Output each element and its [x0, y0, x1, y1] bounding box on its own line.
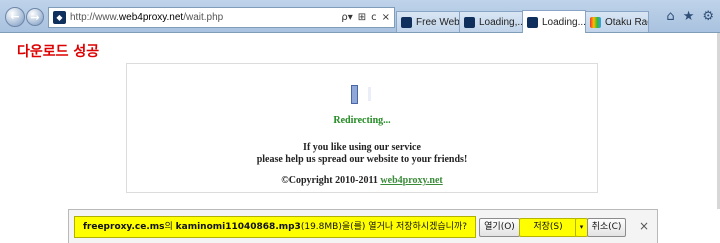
back-arrow-icon: ←: [10, 10, 19, 23]
loading-spinner-icon: [351, 85, 358, 104]
stop-icon[interactable]: ×: [382, 12, 390, 23]
save-button[interactable]: 저장(S): [519, 218, 577, 237]
close-icon[interactable]: ×: [639, 219, 649, 233]
page-title: 다운로드 성공: [17, 41, 99, 61]
favorites-star-icon[interactable]: ★: [683, 9, 695, 24]
open-button[interactable]: 열기(O): [479, 218, 520, 237]
download-site: freeproxy.ce.ms: [83, 222, 164, 232]
tab-loading-active[interactable]: Loading... ×: [522, 10, 586, 33]
copyright-link[interactable]: web4proxy.net: [380, 175, 442, 186]
settings-gear-icon[interactable]: ⚙: [702, 9, 714, 24]
tab-loading-1[interactable]: Loading,...: [459, 11, 523, 32]
download-question: 을(를) 열거나 저장하시겠습니까?: [342, 222, 467, 232]
tab-free-web[interactable]: Free Web ...: [396, 11, 460, 32]
tab-label: Otaku Rad...: [605, 17, 649, 28]
tab-label: Loading...: [542, 17, 586, 28]
back-button[interactable]: ←: [5, 7, 25, 27]
url-prefix: http://www.: [70, 12, 119, 23]
browser-right-tools: ⌂ ★ ⚙: [666, 9, 714, 24]
redirect-panel: Redirecting... If you like using our ser…: [126, 63, 598, 193]
tab-label: Free Web ...: [416, 17, 460, 28]
refresh-icon[interactable]: c: [371, 12, 377, 23]
address-url[interactable]: http://www.web4proxy.net/wait.php: [70, 12, 341, 23]
download-size: (19.8MB): [301, 222, 342, 232]
copyright-text: ©Copyright 2010-2011: [281, 175, 378, 186]
forward-arrow-icon: →: [30, 11, 39, 24]
home-icon[interactable]: ⌂: [666, 9, 674, 24]
download-connector: 의: [164, 222, 172, 232]
promo-line-2: please help us spread our website to you…: [127, 154, 597, 166]
redirecting-text: Redirecting...: [127, 115, 597, 126]
tab-favicon-icon: [464, 17, 475, 28]
tab-favicon-icon: [590, 17, 601, 28]
search-icon[interactable]: ρ▾: [341, 12, 352, 23]
browser-toolbar: ← → ◆ http://www.web4proxy.net/wait.php …: [0, 0, 720, 33]
compatibility-view-icon[interactable]: ⊞: [358, 12, 366, 23]
loading-spinner-segment: [368, 87, 371, 101]
address-tools: ρ▾ ⊞ c ×: [341, 12, 394, 23]
tab-favicon-icon: [527, 17, 538, 28]
address-bar[interactable]: ◆ http://www.web4proxy.net/wait.php ρ▾ ⊞…: [48, 7, 395, 28]
tab-otaku-radio[interactable]: Otaku Rad...: [585, 11, 649, 32]
download-notification-bar: freeproxy.ce.ms의 kaminomi11040868.mp3(19…: [68, 209, 658, 243]
download-message: freeproxy.ce.ms의 kaminomi11040868.mp3(19…: [74, 216, 476, 238]
promo-message: If you like using our service please hel…: [127, 142, 597, 166]
forward-button[interactable]: →: [26, 8, 44, 26]
copyright: ©Copyright 2010-2011 web4proxy.net: [127, 175, 597, 186]
url-path: /wait.php: [183, 12, 223, 23]
download-filename: kaminomi11040868.mp3: [176, 222, 301, 232]
site-favicon-icon: ◆: [53, 11, 66, 24]
cancel-button[interactable]: 취소(C): [587, 218, 626, 237]
promo-line-1: If you like using our service: [127, 142, 597, 154]
tab-favicon-icon: [401, 17, 412, 28]
tab-label: Loading,...: [479, 17, 523, 28]
url-domain: web4proxy.net: [119, 12, 183, 23]
